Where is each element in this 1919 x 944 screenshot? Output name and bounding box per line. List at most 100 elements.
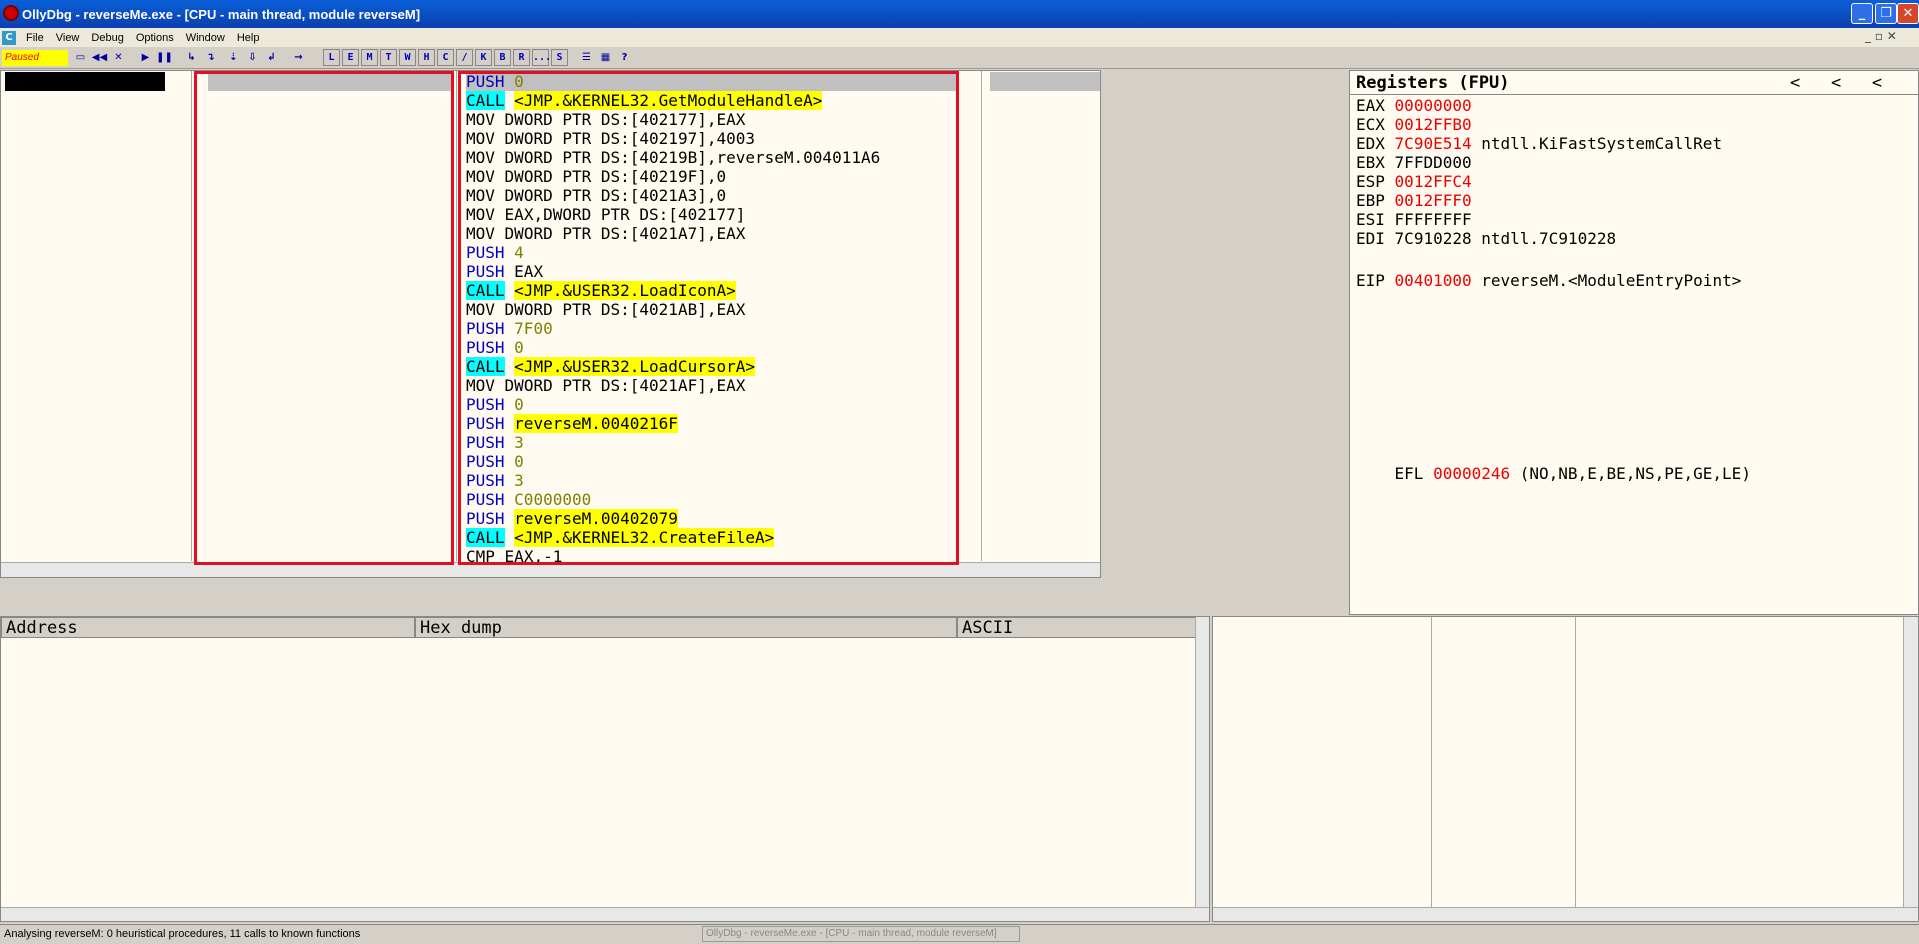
taskbar-window-button[interactable]: OllyDbg - reverseMe.exe - [CPU - main th… xyxy=(702,926,1020,942)
menu-file[interactable]: File xyxy=(20,32,50,44)
disasm.addresses.2 xyxy=(5,110,165,129)
null xyxy=(1385,172,1395,191)
menu-view[interactable]: View xyxy=(50,32,86,44)
grid-icon[interactable]: ▦ xyxy=(597,49,614,66)
minimize-button[interactable]: _ xyxy=(1851,3,1873,24)
menu-help[interactable]: Help xyxy=(231,32,266,44)
disasm.marks.16 xyxy=(175,376,189,395)
disasm.marks.5 xyxy=(175,167,189,186)
register-value: 7FFDD000 xyxy=(1394,153,1472,172)
disasm.addresses.0 xyxy=(5,72,165,91)
windows-window-button[interactable]: W xyxy=(399,49,416,66)
handles-window-button[interactable]: H xyxy=(418,49,435,66)
null: EAX 00000000 xyxy=(1356,96,1741,115)
pause-icon[interactable]: ❚❚ xyxy=(156,49,173,66)
register-name: ESI xyxy=(1356,210,1385,229)
trace-into-icon[interactable]: ⇣ xyxy=(225,49,242,66)
disasm.addresses.8 xyxy=(5,224,165,243)
disasm.comments.12 xyxy=(990,300,1100,319)
references-window-button[interactable]: R xyxy=(513,49,530,66)
disasm.comments.8 xyxy=(990,224,1100,243)
dump-vertical-scrollbar[interactable] xyxy=(1195,617,1209,907)
disasm.comments.21 xyxy=(990,471,1100,490)
step-over-icon[interactable]: ↴ xyxy=(202,49,219,66)
patches-window-button[interactable]: / xyxy=(456,49,473,66)
log-window-button[interactable]: L xyxy=(323,49,340,66)
stack-horizontal-scrollbar[interactable] xyxy=(1213,907,1918,921)
menu-options[interactable]: Options xyxy=(130,32,180,44)
efl-flags: (NO,NB,E,BE,NS,PE,GE,LE) xyxy=(1510,464,1751,483)
source-window-button[interactable]: S xyxy=(551,49,568,66)
list-icon[interactable]: ☰ xyxy=(578,49,595,66)
execute-till-return-icon[interactable]: ↲ xyxy=(263,49,280,66)
register-comment: reverseM.<ModuleEntryPoint> xyxy=(1481,271,1742,290)
callstack-window-button[interactable]: K xyxy=(475,49,492,66)
disasm.marks.11 xyxy=(175,281,189,300)
disasm.marks.0 xyxy=(175,72,189,91)
register-name: EBX xyxy=(1356,153,1385,172)
disasm.comments.11 xyxy=(990,281,1100,300)
disasm.marks.21 xyxy=(175,471,189,490)
dump-header-hex[interactable]: Hex dump xyxy=(415,617,957,638)
efl-value: 00000246 xyxy=(1433,464,1511,483)
disasm.addresses.4 xyxy=(5,148,165,167)
ollydbg-bug-icon xyxy=(3,5,19,21)
mdi-controls[interactable]: _ ▫ ✕ xyxy=(1865,29,1897,43)
null xyxy=(1472,271,1482,290)
null xyxy=(1385,229,1395,248)
register-list: EAX 00000000 ECX 0012FFB0 EDX 7C90E514 ntd… xyxy=(1356,96,1741,290)
register-value: 00000000 xyxy=(1394,96,1472,115)
disasm.comments.1 xyxy=(990,91,1100,110)
goto-icon[interactable]: → xyxy=(290,49,307,66)
disasm.marks.10 xyxy=(175,262,189,281)
disasm.marks.22 xyxy=(175,490,189,509)
window-title: OllyDbg - reverseMe.exe - [CPU - main th… xyxy=(22,6,421,22)
stack-vertical-scrollbar[interactable] xyxy=(1903,617,1918,907)
null xyxy=(1356,248,1741,267)
stack-pane[interactable] xyxy=(1212,616,1919,922)
registers-nav-arrows[interactable]: < < < xyxy=(1790,73,1882,93)
open-icon[interactable]: ▭ xyxy=(72,49,89,66)
close-button[interactable]: ✕ xyxy=(1897,3,1919,24)
register-value: FFFFFFFF xyxy=(1394,210,1472,229)
memory-window-button[interactable]: M xyxy=(361,49,378,66)
comment-column xyxy=(990,72,1100,566)
cpu-window-icon[interactable]: C xyxy=(2,30,16,45)
disasm.marks.19 xyxy=(175,433,189,452)
highlight-box-instructions xyxy=(458,71,959,565)
run-trace-window-button[interactable]: ... xyxy=(532,49,551,66)
breakpoints-window-button[interactable]: B xyxy=(494,49,511,66)
run-icon[interactable]: ▶ xyxy=(137,49,154,66)
help-icon[interactable]: ? xyxy=(616,49,633,66)
mark-column xyxy=(175,72,189,566)
dump-header-address[interactable]: Address xyxy=(1,617,415,638)
toolbar: Paused ▭ ◀◀ ✕ ▶ ❚❚ ↳ ↴ ⇣ ⇩ ↲ → L E M T W… xyxy=(0,47,1919,69)
dump-header-ascii[interactable]: ASCII xyxy=(957,617,1198,638)
title-bar: OllyDbg - reverseMe.exe - [CPU - main th… xyxy=(0,0,1919,28)
menu-window[interactable]: Window xyxy=(180,32,231,44)
disasm.comments.23 xyxy=(990,509,1100,528)
trace-over-icon[interactable]: ⇩ xyxy=(244,49,261,66)
disasm.marks.3 xyxy=(175,129,189,148)
maximize-button[interactable]: ❐ xyxy=(1875,3,1897,24)
null xyxy=(1385,191,1395,210)
disasm.comments.19 xyxy=(990,433,1100,452)
menu-debug[interactable]: Debug xyxy=(85,32,129,44)
disasm.marks.1 xyxy=(175,91,189,110)
dump-pane[interactable]: Address Hex dump ASCII xyxy=(0,616,1210,922)
efl-label: EFL xyxy=(1394,464,1434,483)
disasm.marks.20 xyxy=(175,452,189,471)
restart-icon[interactable]: ◀◀ xyxy=(91,49,108,66)
cpu-window-button[interactable]: C xyxy=(437,49,454,66)
register-comment: ntdll.KiFastSystemCallRet xyxy=(1481,134,1723,153)
highlight-box-hex xyxy=(194,71,454,565)
registers-pane[interactable]: Registers (FPU) < < < EAX 00000000 ECX 00… xyxy=(1349,70,1919,615)
disasm.addresses.7 xyxy=(5,205,165,224)
disasm.addresses.18 xyxy=(5,414,165,433)
step-into-icon[interactable]: ↳ xyxy=(183,49,200,66)
modules-window-button[interactable]: E xyxy=(342,49,359,66)
disasm.addresses.24 xyxy=(5,528,165,547)
close-program-icon[interactable]: ✕ xyxy=(110,49,127,66)
threads-window-button[interactable]: T xyxy=(380,49,397,66)
dump-horizontal-scrollbar[interactable] xyxy=(1,907,1209,921)
